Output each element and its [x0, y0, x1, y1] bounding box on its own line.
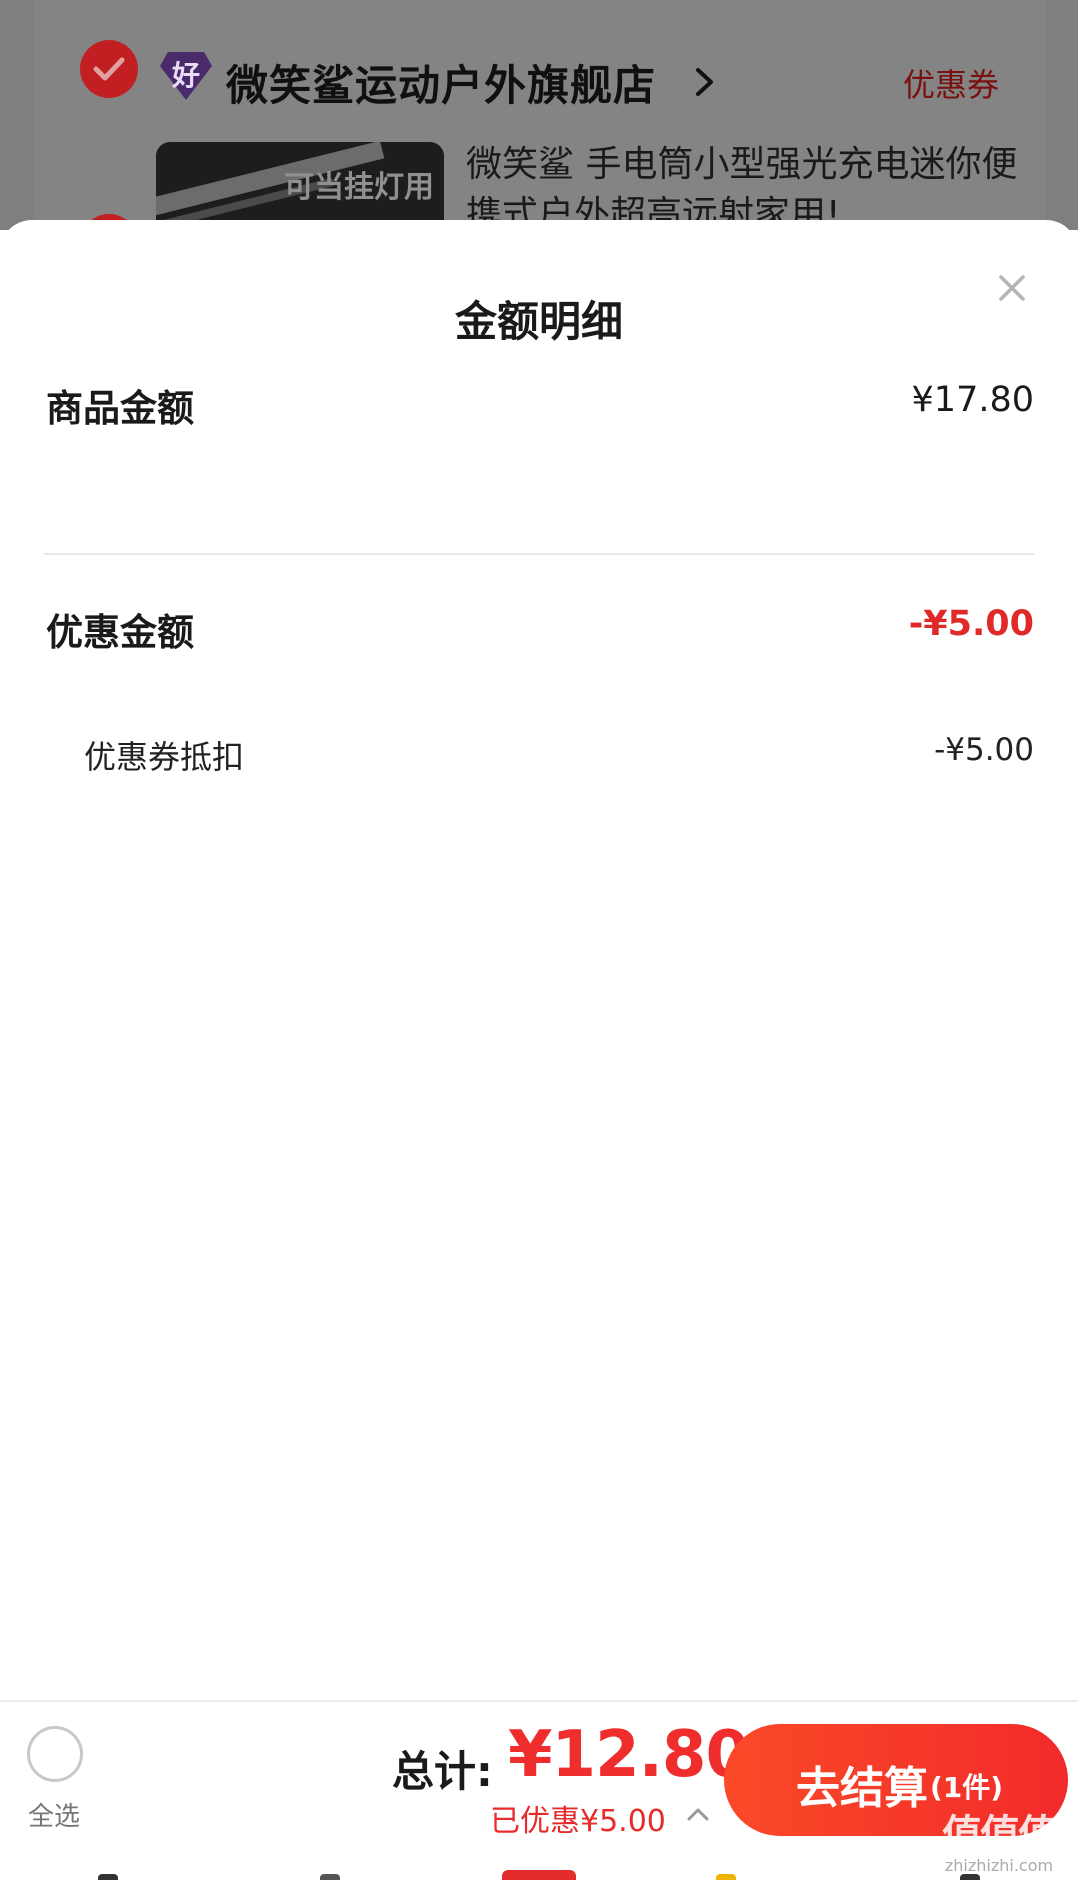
select-all-label[interactable]: 全选	[28, 1796, 80, 1833]
shop-name[interactable]: 微笑鲨运动户外旗舰店	[226, 52, 656, 113]
product-title[interactable]: 微笑鲨 手电筒小型强光充电迷你便携式户外超高远射家用!	[466, 140, 1026, 230]
tab-center-icon[interactable]	[502, 1870, 576, 1880]
goods-amount-value: ¥17.80	[911, 380, 1034, 420]
chevron-up-icon[interactable]	[686, 1806, 710, 1822]
tab-home-icon[interactable]	[98, 1874, 118, 1880]
watermark-logo: 值值值	[942, 1812, 1058, 1858]
shop-checkbox-checked[interactable]	[80, 40, 138, 98]
shop-card: 好 微笑鲨运动户外旗舰店 优惠券 可当挂灯用 微笑鲨 手电筒小型强光充电迷你便携…	[34, 0, 1046, 230]
sheet-title: 金额明细	[454, 297, 623, 346]
shop-coupon-link[interactable]: 优惠券	[903, 60, 999, 106]
total-label: 总计:	[392, 1747, 493, 1796]
good-shop-badge-icon: 好	[158, 48, 214, 104]
tab-bar-peek	[0, 1862, 1078, 1880]
product-thumb-text: 可当挂灯用	[284, 170, 434, 205]
checkout-label: 去结算	[796, 1763, 928, 1814]
coupon-deduction-value: -¥5.00	[934, 732, 1034, 768]
amount-detail-sheet: 金额明细 商品金额 ¥17.80 优惠金额 -¥5.00 优惠券抵扣 -¥5.0…	[0, 220, 1078, 1700]
select-all-checkbox[interactable]	[27, 1726, 83, 1782]
check-icon	[93, 57, 125, 81]
tab-icon[interactable]	[320, 1874, 340, 1880]
discount-amount-value: -¥5.00	[908, 604, 1034, 644]
checkout-count: (1件)	[930, 1771, 1004, 1804]
checkout-bar: 全选 总计: ¥12.80 已优惠¥5.00 去结算 (1件) 值值值 zhiz…	[0, 1700, 1078, 1880]
close-icon[interactable]	[988, 264, 1036, 312]
total-value: ¥12.80	[508, 1718, 750, 1792]
discount-amount-label: 优惠金额	[46, 611, 194, 654]
goods-amount-label: 商品金额	[46, 387, 194, 430]
saved-amount-text[interactable]: 已优惠¥5.00	[490, 1796, 666, 1840]
tab-icon-yellow[interactable]	[716, 1874, 736, 1880]
chevron-right-icon[interactable]	[694, 66, 716, 98]
tab-profile-icon[interactable]	[960, 1874, 980, 1880]
background-overlay[interactable]: 好 微笑鲨运动户外旗舰店 优惠券 可当挂灯用 微笑鲨 手电筒小型强光充电迷你便携…	[0, 0, 1078, 230]
good-shop-badge-text: 好	[171, 59, 200, 92]
divider	[44, 553, 1034, 555]
product-thumbnail[interactable]: 可当挂灯用	[156, 142, 444, 230]
coupon-deduction-label: 优惠券抵扣	[84, 738, 245, 776]
